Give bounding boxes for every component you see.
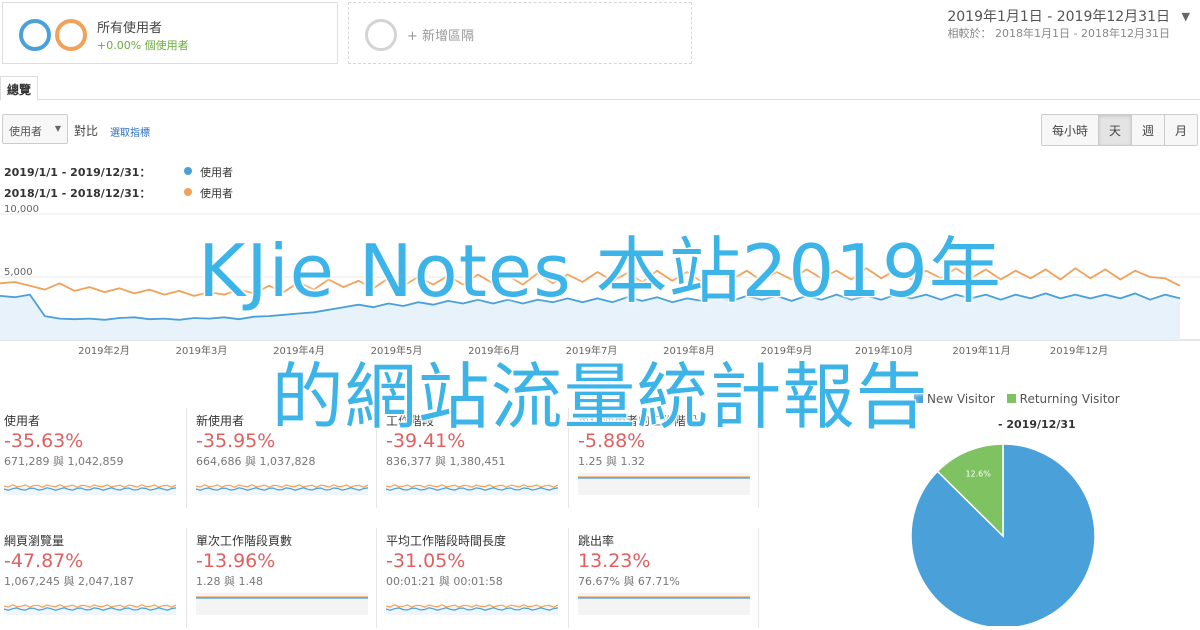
scorecard-change: -13.96% bbox=[196, 550, 276, 572]
legend-dot-icon bbox=[184, 188, 192, 196]
scorecard-divider bbox=[186, 528, 187, 628]
period-button[interactable]: 週 bbox=[1130, 115, 1164, 145]
scorecard-sparkline bbox=[578, 473, 750, 495]
segment-title: 所有使用者 bbox=[97, 21, 163, 36]
scorecard-values: 836,377 與 1,380,451 bbox=[386, 455, 506, 468]
sparkline-2018 bbox=[196, 484, 368, 488]
tab-overview[interactable]: 總覽 bbox=[0, 76, 39, 101]
scorecard[interactable]: 跳出率 13.23% 76.67% 與 67.71% bbox=[578, 532, 756, 615]
pick-metric-link[interactable]: 選取指標 bbox=[110, 124, 150, 139]
scorecard-divider bbox=[568, 528, 569, 628]
sparkline-bg bbox=[196, 593, 368, 615]
period-toggle-group: 每小時天週月 bbox=[1040, 114, 1198, 146]
segment-compare-circle-icon bbox=[55, 19, 87, 51]
scorecard-values: 1,067,245 與 2,047,187 bbox=[4, 575, 134, 588]
legend-series-name: 使用者 bbox=[200, 187, 233, 200]
scorecard-change: -47.87% bbox=[4, 550, 84, 572]
dropdown-caret-icon: ▼ bbox=[54, 124, 61, 133]
sparkline-2018 bbox=[4, 484, 176, 488]
sparkline-2018 bbox=[386, 484, 558, 488]
segment-circle-icon bbox=[19, 19, 51, 51]
sparkline-2018 bbox=[4, 604, 176, 608]
scorecard-values: 1.25 與 1.32 bbox=[578, 455, 645, 468]
sparkline-2018 bbox=[386, 604, 558, 608]
scorecard-sparkline bbox=[196, 484, 368, 495]
scorecard-sparkline bbox=[4, 484, 176, 495]
legend-series-name: 使用者 bbox=[200, 166, 233, 179]
scorecard-change: 13.23% bbox=[578, 550, 651, 572]
compare-date-range: 相較於： 2018年1月1日 - 2018年12月31日 bbox=[947, 27, 1170, 40]
metric-select[interactable]: 使用者 ▼ bbox=[2, 114, 68, 144]
add-segment-circle-icon bbox=[365, 19, 397, 51]
scorecard-sparkline bbox=[386, 604, 558, 615]
period-button[interactable]: 天 bbox=[1097, 115, 1131, 145]
scorecard[interactable]: 平均工作階段時間長度 -31.05% 00:01:21 與 00:01:58 bbox=[386, 532, 564, 615]
metric-select-value: 使用者 bbox=[9, 125, 42, 138]
legend-dot-icon bbox=[184, 167, 192, 175]
segment-all-users[interactable]: 所有使用者 +0.00% 個使用者 bbox=[2, 2, 338, 64]
segment-subtitle: +0.00% 個使用者 bbox=[97, 39, 189, 52]
scorecard-change: -31.05% bbox=[386, 550, 466, 572]
sparkline-bg bbox=[578, 593, 750, 615]
chevron-down-icon[interactable]: ▼ bbox=[1182, 10, 1190, 23]
scorecard-divider bbox=[758, 528, 759, 628]
overlay-title-line-2: 的網站流量統計報告 bbox=[270, 354, 929, 440]
legend-range: 2019/1/1 - 2019/12/31： bbox=[4, 166, 151, 179]
scorecard-sparkline bbox=[386, 484, 558, 495]
sparkline-bg bbox=[578, 473, 750, 495]
scorecard-sparkline bbox=[4, 604, 176, 615]
scorecard[interactable]: 網頁瀏覽量 -47.87% 1,067,245 與 2,047,187 bbox=[4, 532, 182, 615]
scorecard-values: 00:01:21 與 00:01:58 bbox=[386, 575, 503, 588]
scorecard-name: 網頁瀏覽量 bbox=[4, 534, 65, 548]
scorecard[interactable]: 單次工作階段頁數 -13.96% 1.28 與 1.48 bbox=[196, 532, 374, 615]
scorecard-name: 單次工作階段頁數 bbox=[196, 534, 293, 548]
add-segment-button[interactable]: + 新增區隔 bbox=[348, 2, 692, 64]
legend-row-2019: 2019/1/1 - 2019/12/31： 使用者 bbox=[4, 164, 233, 180]
scorecard-sparkline bbox=[196, 593, 368, 615]
add-segment-label: + 新增區隔 bbox=[407, 29, 475, 44]
legend-range: 2018/1/1 - 2018/12/31： bbox=[4, 187, 151, 200]
period-button[interactable]: 月 bbox=[1163, 115, 1197, 145]
scorecard-name: 跳出率 bbox=[578, 534, 615, 548]
scorecard-sparkline bbox=[578, 593, 750, 615]
overlay-title-line-1: KJie Notes 本站2019年 bbox=[197, 228, 1002, 314]
pie-slice-label: 12.6% bbox=[965, 470, 991, 479]
report-tabs: 總覽 bbox=[0, 76, 1200, 101]
scorecard-values: 671,289 與 1,042,859 bbox=[4, 455, 124, 468]
scorecard-name: 平均工作階段時間長度 bbox=[386, 534, 507, 548]
date-range-picker[interactable]: 2019年1月1日 - 2019年12月31日 bbox=[947, 6, 1170, 26]
scorecard-divider bbox=[376, 528, 377, 628]
legend-row-2018: 2018/1/1 - 2018/12/31： 使用者 bbox=[4, 185, 233, 201]
compare-vs-label: 對比 bbox=[74, 124, 99, 138]
scorecard-values: 1.28 與 1.48 bbox=[196, 575, 263, 588]
scorecard-values: 76.67% 與 67.71% bbox=[578, 575, 680, 588]
period-button[interactable]: 每小時 bbox=[1041, 115, 1098, 145]
scorecard-values: 664,686 與 1,037,828 bbox=[196, 455, 316, 468]
visitor-type-pie-chart[interactable]: 87.4%12.6% bbox=[908, 436, 1098, 626]
